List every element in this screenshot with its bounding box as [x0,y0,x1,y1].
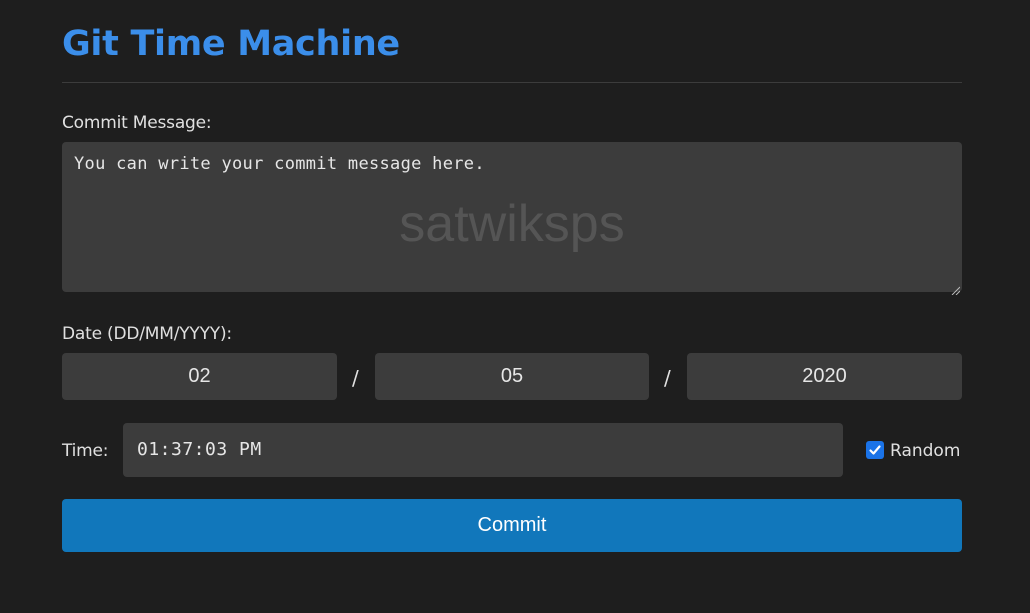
date-separator: / [664,366,671,390]
commit-message-text: You can write your commit message here. [74,154,485,174]
date-label: Date (DD/MM/YYYY): [62,324,232,344]
commit-message-textarea[interactable]: You can write your commit message here. … [62,142,962,296]
commit-button[interactable]: Commit [62,499,962,552]
time-input[interactable]: 01:37:03 PM [123,423,843,477]
page: Git Time Machine Commit Message: You can… [0,0,1030,613]
year-input[interactable]: 2020 [687,353,962,400]
title-divider [62,82,962,83]
random-label[interactable]: Random [890,441,960,461]
watermark: satwiksps [399,195,625,253]
commit-message-label: Commit Message: [62,113,212,133]
resize-handle-icon[interactable] [950,280,961,296]
date-separator: / [352,366,359,390]
page-title: Git Time Machine [62,24,400,64]
day-input[interactable]: 02 [62,353,337,400]
checkmark-icon [869,445,881,455]
time-value: 01:37:03 PM [137,439,262,460]
random-checkbox[interactable] [866,441,884,459]
time-label: Time: [62,441,109,461]
month-input[interactable]: 05 [375,353,649,400]
